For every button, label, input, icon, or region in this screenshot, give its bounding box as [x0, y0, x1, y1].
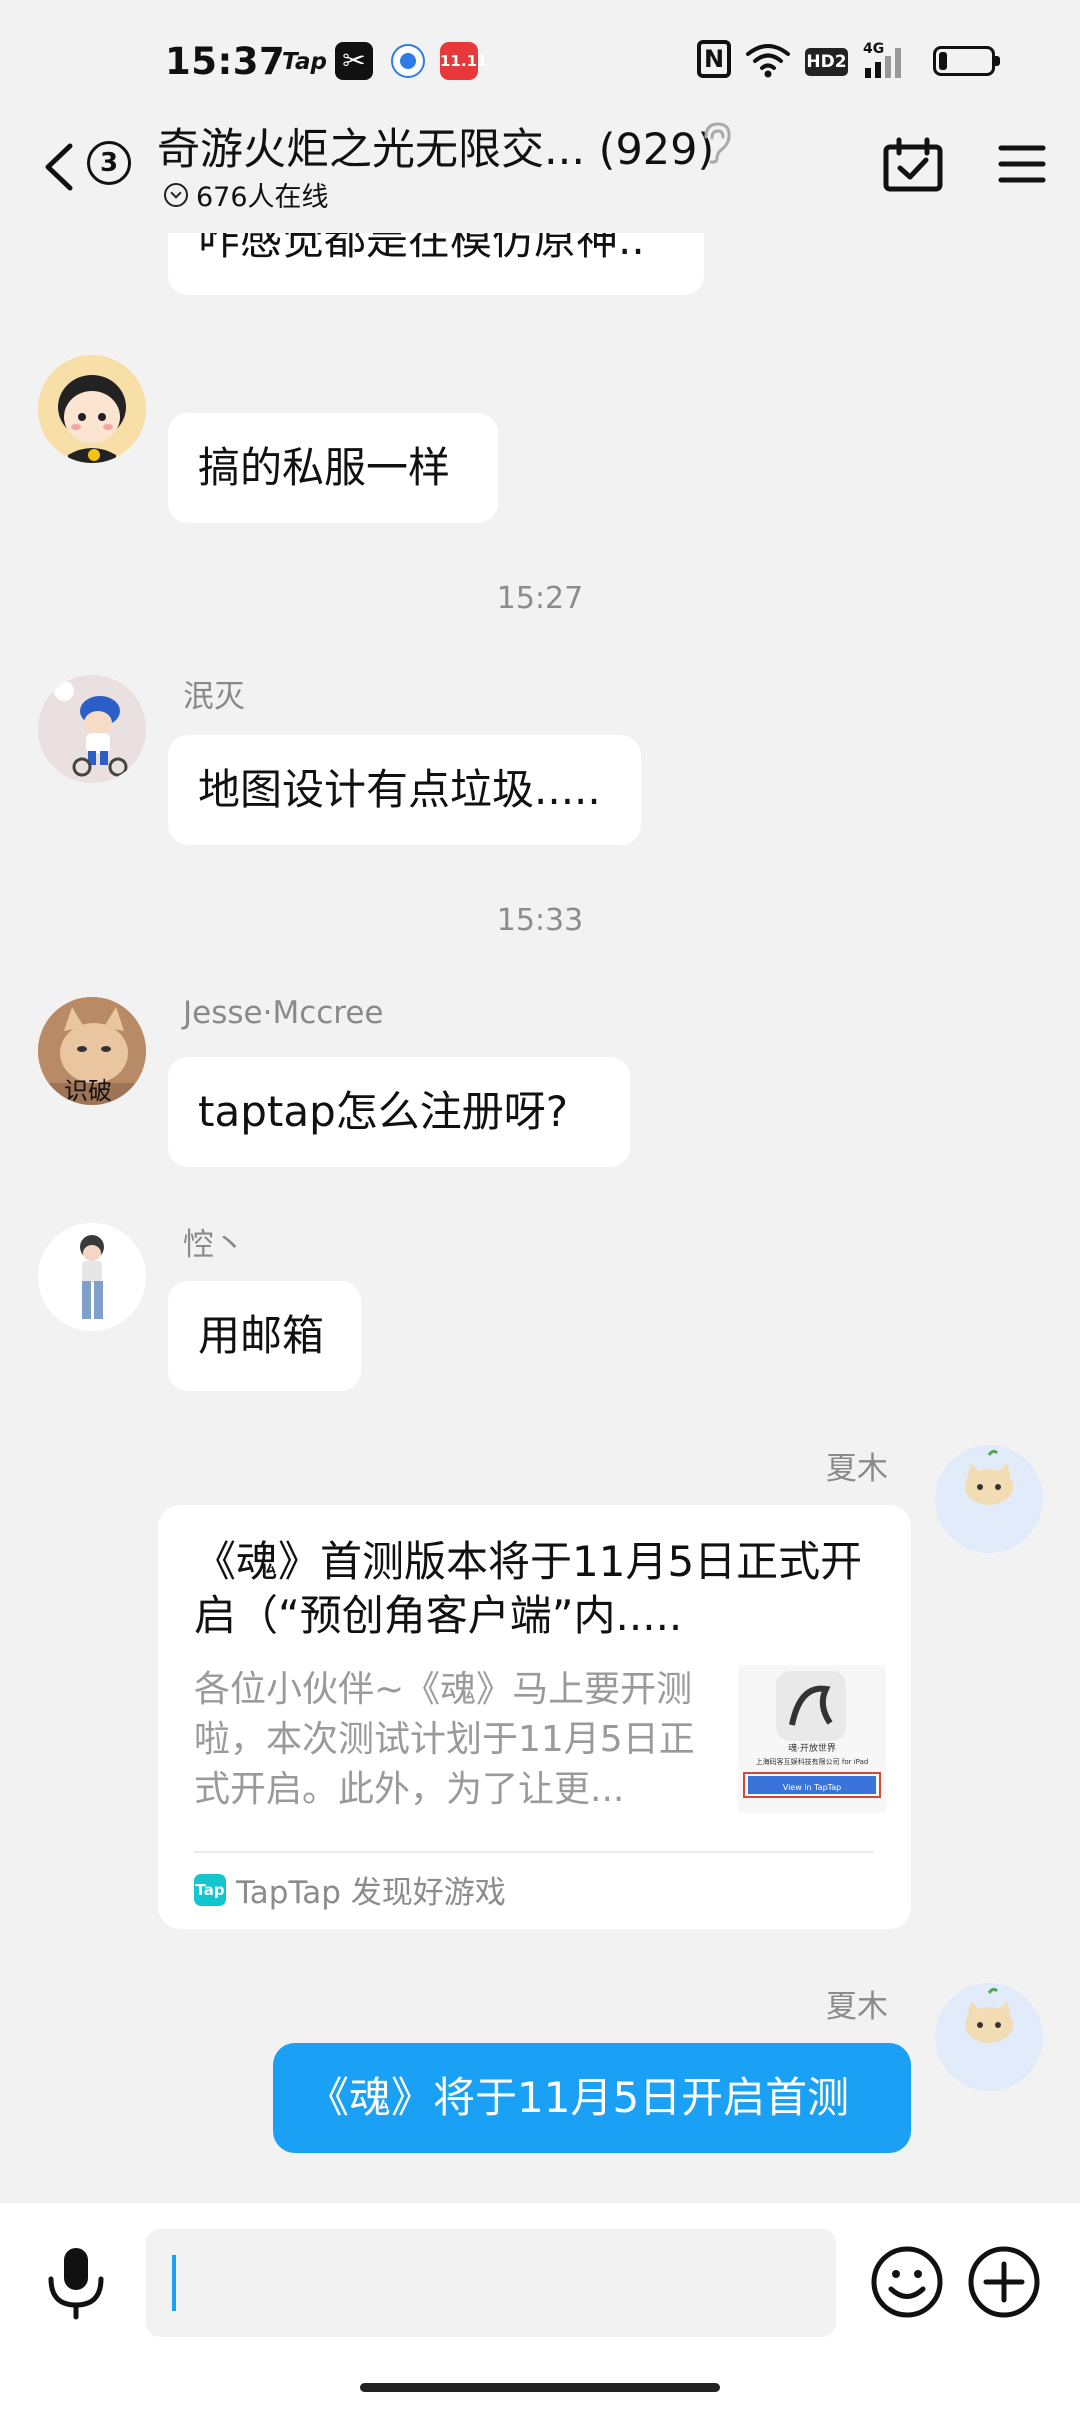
card-source[interactable]: Tap TapTap 发现好游戏 [194, 1867, 506, 1912]
avatar[interactable] [38, 355, 146, 463]
home-indicator[interactable] [360, 2383, 720, 2392]
app-notification-icon [391, 44, 425, 78]
cat-avatar-image [935, 1445, 1043, 1553]
group-title[interactable]: 奇游火炬之光无限交... (929) [157, 115, 714, 177]
link-card[interactable]: 《魂》首测版本将于11月5日正式开启（“预创角客户端”内..... 各位小伙伴~… [158, 1505, 911, 1929]
sender-name[interactable]: 泯灭 [183, 671, 245, 716]
hd-voice-icon: HD2 [805, 48, 848, 76]
timestamp: 15:33 [496, 903, 584, 938]
message-text: taptap怎么注册呀? [198, 1087, 569, 1136]
back-icon[interactable] [40, 140, 80, 194]
mic-icon[interactable] [45, 2245, 107, 2321]
timestamp: 15:27 [496, 581, 584, 616]
plus-icon[interactable] [966, 2244, 1042, 2320]
message-bubble[interactable]: 咋感觉都是在模仿原神.. [168, 233, 704, 295]
avatar-caption: 识破 [64, 1077, 112, 1105]
taptap-notification-icon: Tap [282, 49, 327, 75]
boy-avatar-image [38, 355, 146, 463]
network-type-label: 4G [863, 41, 884, 57]
sender-name[interactable]: 夏木 [826, 1981, 888, 2026]
battery-icon [933, 46, 1000, 76]
cat-avatar-image [935, 1983, 1043, 2091]
message-text: 用邮箱 [198, 1311, 325, 1360]
my-avatar[interactable] [935, 1445, 1043, 1553]
message-list[interactable]: 咋感觉都是在模仿原神.. 搞的私服一样 15:27 泯灭 地图设计有点垃圾...… [0, 233, 1080, 2203]
thumb-caption: 魂·开放世界 [788, 1742, 836, 1754]
avatar[interactable] [38, 675, 146, 783]
thumb-company: 上海码客互娱科技有限公司 for iPad [756, 1757, 869, 1766]
wifi-icon [746, 44, 790, 78]
status-time: 15:37 [165, 40, 286, 83]
message-input[interactable] [146, 2229, 836, 2337]
game-thumbnail-image: View in TapTap 魂·开放世界 上海码客互娱科技有限公司 for i… [738, 1665, 886, 1813]
message-text: 《魂》将于11月5日开启首测 [307, 2073, 850, 2122]
my-avatar[interactable] [935, 1983, 1043, 2091]
chevron-down-icon [164, 182, 188, 207]
thumb-button-text: View in TapTap [783, 1783, 841, 1792]
card-source-label: TapTap 发现好游戏 [236, 1875, 506, 1911]
sender-name[interactable]: 夏木 [826, 1443, 888, 1488]
card-thumbnail: View in TapTap 魂·开放世界 上海码客互娱科技有限公司 for i… [738, 1665, 886, 1813]
status-bar: 15:37 Tap ✂ 11.11 N HD2 4G [0, 0, 1080, 125]
message-bubble[interactable]: 用邮箱 [168, 1281, 361, 1391]
card-title: 《魂》首测版本将于11月5日正式开启（“预创角客户端”内..... [194, 1537, 863, 1640]
battery-level [939, 52, 947, 70]
text-cursor [172, 2255, 176, 2311]
taptap-icon: Tap [194, 1873, 226, 1906]
capcut-notification-icon: ✂ [335, 42, 373, 80]
cyclist-avatar-image [38, 675, 146, 783]
card-description: 各位小伙伴~《魂》马上要开测啦，本次测试计划于11月5日正式开启。此外，为了让更… [194, 1669, 695, 1810]
message-text: 咋感觉都是在模仿原神.. [198, 233, 645, 264]
menu-icon[interactable] [998, 143, 1046, 185]
signal-icon: 4G [863, 41, 901, 78]
sender-name[interactable]: 悾丶 [183, 1219, 245, 1264]
figure-avatar-image [38, 1223, 146, 1331]
message-bubble[interactable]: 搞的私服一样 [168, 413, 498, 523]
emoji-icon[interactable] [869, 2244, 945, 2320]
shopping-notification-icon: 11.11 [440, 42, 487, 80]
avatar[interactable] [38, 1223, 146, 1331]
nfc-icon: N [697, 40, 731, 78]
message-bubble[interactable]: taptap怎么注册呀? [168, 1057, 630, 1167]
message-bubble[interactable]: 地图设计有点垃圾..... [168, 735, 641, 845]
ear-icon[interactable] [698, 121, 734, 165]
message-text: 搞的私服一样 [198, 443, 451, 492]
online-count-label: 676人在线 [196, 182, 329, 213]
message-text: 地图设计有点垃圾..... [198, 765, 601, 814]
calendar-check-icon[interactable] [883, 137, 943, 193]
my-message-bubble[interactable]: 《魂》将于11月5日开启首测 [273, 2043, 911, 2153]
sender-name[interactable]: Jesse·Mccree [183, 995, 384, 1031]
unread-count-badge[interactable]: 3 [87, 141, 131, 185]
avatar[interactable]: 识破 [38, 997, 146, 1105]
online-count[interactable]: 676人在线 [164, 175, 329, 214]
card-divider [194, 1851, 874, 1853]
